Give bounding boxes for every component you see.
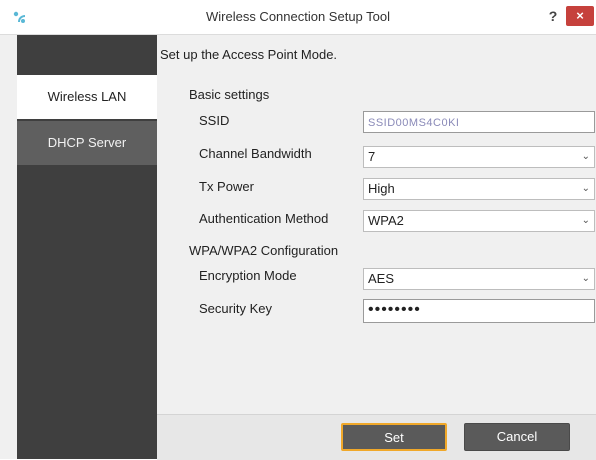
tx-power-label: Tx Power (199, 179, 254, 194)
close-button[interactable]: × (566, 6, 594, 26)
encryption-mode-select[interactable]: AES ⌄ (363, 268, 595, 290)
basic-settings-heading: Basic settings (189, 87, 270, 102)
channel-bandwidth-label: Channel Bandwidth (199, 146, 312, 161)
chevron-down-icon: ⌄ (581, 273, 590, 284)
channel-bandwidth-value: 7 (368, 149, 376, 164)
ssid-input[interactable]: SSID00MS4C0KI (363, 111, 595, 133)
security-key-label: Security Key (199, 301, 272, 316)
button-bar: Set Cancel (157, 414, 596, 460)
page-heading: Set up the Access Point Mode. (160, 47, 338, 62)
sidebar: Wireless LAN DHCP Server (17, 35, 157, 459)
encryption-mode-value: AES (368, 271, 395, 286)
ssid-label: SSID (199, 113, 230, 128)
security-key-input[interactable]: •••••••• (363, 299, 595, 323)
sidebar-item-dhcp-server[interactable]: DHCP Server (17, 121, 157, 165)
tx-power-value: High (368, 181, 395, 196)
settings-panel: Set up the Access Point Mode. Basic sett… (157, 35, 596, 414)
auth-method-select[interactable]: WPA2 ⌄ (363, 210, 595, 232)
chevron-down-icon: ⌄ (581, 183, 590, 194)
sidebar-item-wireless-lan[interactable]: Wireless LAN (17, 75, 157, 119)
chevron-down-icon: ⌄ (581, 215, 590, 226)
window-title: Wireless Connection Setup Tool (205, 9, 391, 24)
auth-method-value: WPA2 (368, 213, 404, 228)
wpa-config-heading: WPA/WPA2 Configuration (189, 243, 339, 258)
help-button[interactable]: ? (543, 6, 563, 26)
channel-bandwidth-select[interactable]: 7 ⌄ (363, 146, 595, 168)
title-bar: Wireless Connection Setup Tool ? × (0, 0, 596, 35)
setup-window: Wireless Connection Setup Tool ? × Wirel… (0, 0, 596, 460)
security-key-value: •••••••• (368, 301, 421, 318)
tx-power-select[interactable]: High ⌄ (363, 178, 595, 200)
encryption-mode-label: Encryption Mode (199, 268, 297, 283)
set-button[interactable]: Set (341, 423, 447, 451)
cancel-button[interactable]: Cancel (464, 423, 570, 451)
chevron-down-icon: ⌄ (581, 151, 590, 162)
ssid-value: SSID00MS4C0KI (368, 117, 460, 129)
auth-method-label: Authentication Method (199, 211, 329, 226)
